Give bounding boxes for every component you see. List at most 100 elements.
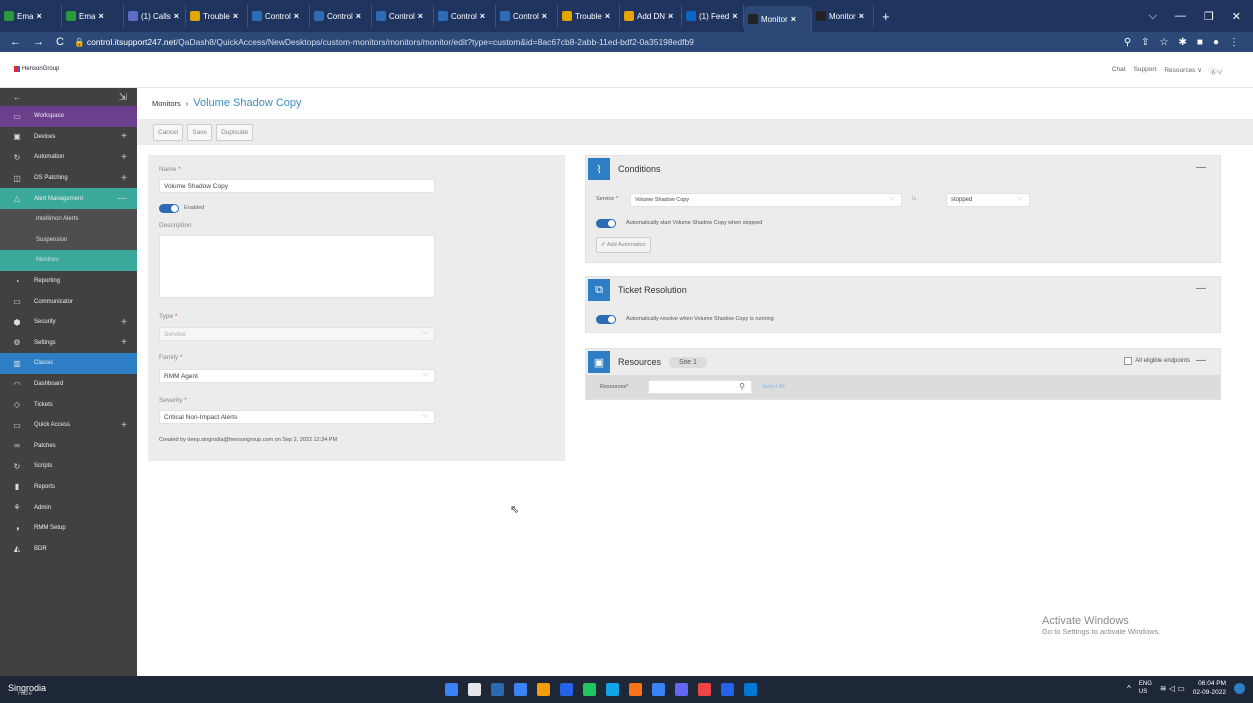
sidebar-item-settings[interactable]: ⚙ Settings + (0, 333, 137, 354)
browser-tab[interactable]: Trouble × (186, 5, 248, 27)
cancel-button[interactable]: Cancel (153, 123, 184, 141)
tab-close-icon[interactable]: × (542, 11, 547, 21)
tray-chevron-icon[interactable]: ^ (1127, 684, 1131, 693)
tab-close-icon[interactable]: × (356, 11, 361, 21)
menu-icon[interactable]: ⋮ (1229, 37, 1239, 48)
enabled-toggle[interactable] (159, 204, 179, 213)
header-link-support[interactable]: Support (1134, 66, 1157, 76)
star-icon[interactable]: ☆ (1160, 37, 1169, 48)
add-automation-button[interactable]: ✐ Add Automation (596, 237, 651, 253)
sidebar-item-dashboard[interactable]: ◠ Dashboard (0, 374, 137, 395)
browser-tab[interactable]: Trouble × (558, 5, 620, 27)
sidebar-item-os-patching[interactable]: ◫ OS Patching + (0, 168, 137, 189)
sidebar-item-patches[interactable]: ∞ Patches (0, 436, 137, 457)
collapse-icon[interactable]: — (1196, 355, 1206, 366)
name-field[interactable]: Volume Shadow Copy (159, 179, 435, 193)
taskbar-app-icon[interactable] (698, 683, 711, 696)
expand-icon[interactable]: + (121, 317, 127, 328)
expand-icon[interactable]: + (121, 131, 127, 142)
browser-tab[interactable]: Ema × (62, 5, 124, 27)
tab-close-icon[interactable]: × (233, 11, 238, 21)
taskbar-app-icon[interactable] (537, 683, 550, 696)
tab-close-icon[interactable]: × (418, 11, 423, 21)
notification-icon[interactable] (1234, 682, 1245, 694)
logo[interactable]: HensonGroup (14, 66, 59, 72)
site-badge[interactable]: Site 1 (669, 356, 707, 368)
user-icon[interactable]: Ⓐ∨ (1210, 66, 1223, 76)
sidebar-item-communicator[interactable]: ▭ Communicator (0, 291, 137, 312)
expand-icon[interactable]: + (121, 420, 127, 431)
chevron-down-icon[interactable]: ⌵ (1149, 10, 1157, 23)
sidebar-item-automation[interactable]: ↻ Automation + (0, 147, 137, 168)
tab-close-icon[interactable]: × (732, 11, 737, 21)
forward-icon[interactable]: → (33, 36, 44, 48)
service-select[interactable]: Volume Shadow Copy (630, 193, 902, 207)
browser-tab[interactable]: Ema × (0, 5, 62, 27)
expand-icon[interactable]: + (121, 173, 127, 184)
sidebar-item-admin[interactable]: ⚘ Admin (0, 497, 137, 518)
auto-resolve-toggle[interactable] (596, 315, 616, 324)
back-icon[interactable]: ← (10, 36, 21, 48)
taskbar-app-icon[interactable] (629, 683, 642, 696)
tab-close-icon[interactable]: × (668, 11, 673, 21)
tab-close-icon[interactable]: × (605, 11, 610, 21)
severity-select[interactable]: Critical Non-Impact Alerts (159, 410, 435, 424)
sidebar-item-devices[interactable]: ▣ Devices + (0, 127, 137, 148)
expand-icon[interactable]: + (121, 152, 127, 163)
sidebar-item-classic[interactable]: ▥ Classic (0, 353, 137, 374)
tab-close-icon[interactable]: × (36, 11, 41, 21)
sidebar-item-workspace[interactable]: ▭ Workspace (0, 106, 137, 127)
type-select[interactable]: Service (159, 327, 435, 341)
tab-close-icon[interactable]: × (98, 11, 103, 21)
save-button[interactable]: Save (187, 123, 213, 141)
state-select[interactable]: stopped (946, 193, 1030, 207)
all-eligible-checkbox[interactable]: All eligible endpoints (1124, 357, 1190, 365)
sidebar-item-alert-management[interactable]: △ Alert Management — (0, 188, 137, 209)
collapse-icon[interactable]: — (1196, 162, 1206, 173)
expand-icon[interactable]: — (117, 193, 127, 204)
sidebar-item-security[interactable]: ⬢ Security + (0, 312, 137, 333)
taskbar-app-icon[interactable] (721, 683, 734, 696)
browser-tab[interactable]: Control × (434, 5, 496, 27)
taskbar-app-icon[interactable] (491, 683, 504, 696)
sidebar-item-bdr[interactable]: ◭ BDR (0, 538, 137, 559)
description-field[interactable] (159, 235, 435, 298)
browser-tab[interactable]: (1) Calls × (124, 5, 186, 27)
extension-icon[interactable]: ✱ (1179, 37, 1187, 48)
sidebar-item-reports[interactable]: ▮ Reports (0, 477, 137, 498)
sidebar-item-intellimon-alerts[interactable]: Intellimon Alerts (0, 208, 137, 230)
taskbar-app-icon[interactable] (675, 683, 688, 696)
reload-icon[interactable]: C (56, 36, 64, 48)
sidebar-item-tickets[interactable]: ◇ Tickets (0, 394, 137, 415)
tab-close-icon[interactable]: × (791, 14, 796, 24)
browser-tab[interactable]: Monitor × (812, 5, 874, 27)
profile-icon[interactable]: ● (1213, 37, 1219, 48)
tab-close-icon[interactable]: × (859, 11, 864, 21)
taskbar-app-icon[interactable] (468, 683, 481, 696)
minimize-icon[interactable]: — (1175, 10, 1186, 22)
pin-icon[interactable]: ⇲ (119, 92, 127, 103)
browser-tab[interactable]: Control × (248, 5, 310, 27)
auto-start-toggle[interactable] (596, 219, 616, 228)
family-select[interactable]: RMM Agent (159, 369, 435, 383)
new-tab-icon[interactable]: + (882, 9, 890, 24)
browser-tab[interactable]: Control × (496, 5, 558, 27)
header-link-chat[interactable]: Chat (1112, 66, 1126, 76)
header-link-resources[interactable]: Resources ∨ (1164, 66, 1202, 76)
sidebar-item-reporting[interactable]: ◔ Reporting (0, 271, 137, 292)
language-indicator[interactable]: ENG US (1139, 680, 1152, 696)
sidebar-item-quick-access[interactable]: ▭ Quick Access + (0, 415, 137, 436)
share-icon[interactable]: ⇪ (1141, 37, 1149, 48)
collapse-icon[interactable]: — (1196, 283, 1206, 294)
wifi-volume-battery-icon[interactable]: ≋ ◁ ▭ (1160, 684, 1185, 693)
taskbar-app-icon[interactable] (560, 683, 573, 696)
tab-close-icon[interactable]: × (174, 11, 179, 21)
sidebar-item-rmm-setup[interactable]: ◑ RMM Setup (0, 518, 137, 539)
taskbar-app-icon[interactable] (606, 683, 619, 696)
duplicate-button[interactable]: Duplicate (216, 123, 254, 141)
browser-tab[interactable]: (1) Feed × (682, 5, 744, 27)
back-arrow-icon[interactable]: ← (12, 93, 22, 102)
taskbar-app-icon[interactable] (583, 683, 596, 696)
browser-tab[interactable]: Monitor × (744, 6, 812, 32)
taskbar-app-icon[interactable] (652, 683, 665, 696)
